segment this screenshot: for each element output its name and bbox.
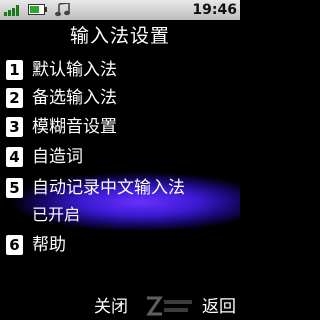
number-badge: 6 bbox=[6, 235, 23, 255]
battery-icon bbox=[28, 3, 48, 16]
menu-item-label: 自造词 bbox=[32, 147, 83, 167]
menu-item-default-ime[interactable]: 1 默认输入法 bbox=[0, 56, 240, 84]
softkey-bar: 关闭 返回 bbox=[0, 294, 240, 320]
menu-item-alternate-ime[interactable]: 2 备选输入法 bbox=[0, 84, 240, 112]
menu-item-status: 已开启 bbox=[32, 205, 81, 224]
clock: 19:46 bbox=[192, 2, 237, 18]
menu-item-label: 帮助 bbox=[32, 235, 66, 255]
menu-item-label: 默认输入法 bbox=[32, 60, 117, 80]
menu-item-label: 备选输入法 bbox=[32, 88, 117, 108]
menu-item-fuzzy-pinyin[interactable]: 3 模糊音设置 bbox=[0, 113, 240, 141]
number-badge: 2 bbox=[6, 88, 23, 108]
signal-icon bbox=[4, 3, 22, 16]
menu-item-custom-words[interactable]: 4 自造词 bbox=[0, 143, 240, 171]
number-badge: 3 bbox=[6, 117, 23, 137]
number-badge: 4 bbox=[6, 147, 23, 167]
menu-item-help[interactable]: 6 帮助 bbox=[0, 231, 240, 259]
number-badge: 1 bbox=[6, 60, 23, 80]
menu-item-label: 模糊音设置 bbox=[32, 117, 117, 137]
page-title: 输入法设置 bbox=[69, 25, 170, 47]
back-softkey[interactable]: 返回 bbox=[202, 296, 236, 318]
phone-screen: 19:46 输入法设置 1 默认输入法 2 备选输入法 3 模糊音设置 4 自造… bbox=[0, 0, 240, 320]
watermark-logo bbox=[144, 294, 194, 318]
number-badge: 5 bbox=[6, 178, 23, 198]
music-note-icon bbox=[54, 3, 72, 17]
menu-item-label: 自动记录中文输入法 bbox=[32, 178, 185, 198]
menu-item-auto-record-ime[interactable]: 5 自动记录中文输入法 已开启 bbox=[0, 172, 240, 230]
close-softkey[interactable]: 关闭 bbox=[94, 296, 128, 318]
status-bar: 19:46 bbox=[0, 0, 240, 20]
